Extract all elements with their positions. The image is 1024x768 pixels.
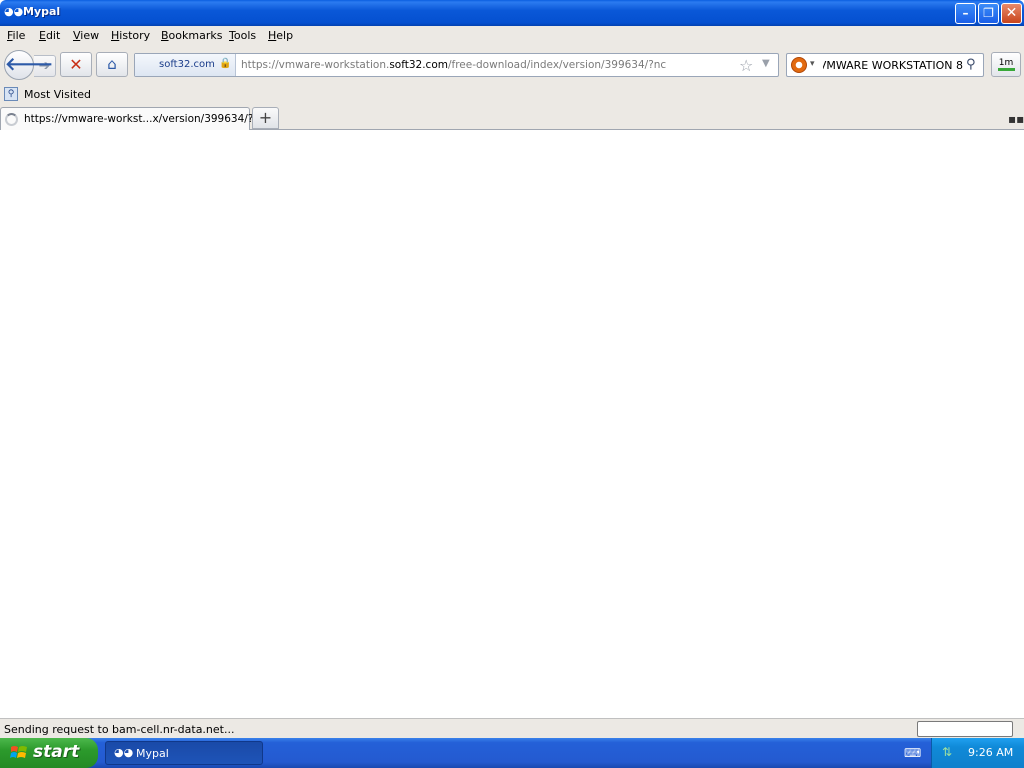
grid-icon: ▪▪ [1008, 112, 1024, 126]
search-input[interactable]: VMWARE WORKSTATION 8 [823, 59, 963, 72]
stop-icon: ✕ [69, 55, 83, 74]
addon-bar-icon [998, 68, 1015, 71]
status-progress-box [917, 721, 1013, 737]
loading-throbber-icon [5, 113, 18, 126]
duckduckgo-icon[interactable] [791, 57, 807, 73]
navigation-toolbar: ➔ 🡐 ✕ ⌂ soft32.com 🔒 https://vmware-work… [0, 46, 1024, 84]
search-icon[interactable]: ⚲ [966, 57, 976, 72]
addon-label: 1m [998, 58, 1014, 68]
menubar: File Edit View History Bookmarks Tools H… [0, 26, 1024, 46]
start-label: start [33, 742, 80, 762]
stop-button[interactable]: ✕ [60, 52, 92, 77]
bookmarks-toolbar: ⚲ Most Visited [0, 84, 1024, 106]
clock[interactable]: 9:26 AM [968, 746, 1013, 759]
home-icon: ⌂ [107, 55, 117, 73]
url-prefix: https://vmware-workstation. [241, 59, 390, 71]
status-bar: Sending request to bam-cell.nr-data.net.… [0, 718, 1024, 738]
keyboard-icon[interactable]: ⌨ [904, 746, 921, 760]
url-bar[interactable]: soft32.com 🔒 https://vmware-workstation.… [134, 53, 779, 77]
browser-chrome: File Edit View History Bookmarks Tools H… [0, 26, 1024, 131]
windows-flag-icon [10, 746, 27, 758]
url-input[interactable]: https://vmware-workstation.soft32.com/fr… [241, 59, 666, 71]
menu-edit[interactable]: Edit [39, 29, 60, 42]
close-icon: ✕ [1005, 5, 1018, 21]
menu-bookmarks[interactable]: Bookmarks [161, 29, 222, 42]
menu-view[interactable]: View [73, 29, 99, 42]
lock-icon: 🔒 [219, 58, 232, 69]
system-tray: ⇅ 9:26 AM [931, 738, 1024, 768]
menu-help[interactable]: Help [268, 29, 293, 42]
plus-icon: + [258, 108, 273, 127]
url-domain: soft32.com [389, 59, 448, 71]
taskbar: start ◕◕ Mypal ⌨ ⇅ 9:26 AM [0, 738, 1024, 768]
tab-title: https://vmware-workst...x/version/399634… [24, 113, 266, 125]
addon-button[interactable]: 1m [991, 52, 1021, 77]
taskbar-button-mypal[interactable]: ◕◕ Mypal [105, 741, 263, 765]
list-all-tabs-button[interactable]: ▪▪ [1008, 112, 1024, 126]
url-suffix: /free-download/index/version/399634/?nc [447, 59, 667, 71]
status-text: Sending request to bam-cell.nr-data.net.… [4, 723, 235, 736]
minimize-button[interactable]: – [955, 3, 976, 24]
restore-button[interactable]: ❐ [978, 3, 999, 24]
close-button[interactable]: ✕ [1001, 3, 1022, 24]
tab-strip: https://vmware-workst...x/version/399634… [0, 106, 1024, 131]
back-arrow-icon: 🡐 [5, 54, 54, 75]
network-icon[interactable]: ⇅ [942, 745, 958, 761]
tab-active[interactable]: https://vmware-workst...x/version/399634… [0, 107, 266, 131]
minimize-icon: – [962, 6, 969, 20]
restore-icon: ❐ [983, 6, 994, 20]
home-button[interactable]: ⌂ [96, 52, 128, 77]
menu-tools[interactable]: Tools [229, 29, 256, 42]
search-bar[interactable]: ▾ VMWARE WORKSTATION 8 ⚲ [786, 53, 984, 77]
window-title: Mypal [23, 5, 61, 18]
most-visited-folder[interactable]: Most Visited [24, 88, 91, 101]
chevron-down-icon[interactable]: ▼ [762, 58, 770, 69]
taskbar-button-label: Mypal [136, 747, 169, 760]
new-tab-button[interactable]: + [252, 107, 279, 129]
menu-history[interactable]: History [111, 29, 150, 42]
most-visited-icon: ⚲ [4, 87, 18, 101]
mypal-icon: ◕◕ [4, 5, 24, 18]
menu-file[interactable]: File [7, 29, 25, 42]
site-identity-label: soft32.com [159, 59, 215, 70]
bookmark-star-icon[interactable]: ☆ [739, 56, 753, 75]
search-engine-dropdown-icon[interactable]: ▾ [810, 59, 815, 69]
site-identity-button[interactable]: soft32.com 🔒 [135, 54, 236, 76]
page-content[interactable] [0, 130, 1024, 718]
mypal-icon: ◕◕ [114, 746, 134, 759]
back-button[interactable]: 🡐 [4, 50, 53, 80]
window-titlebar[interactable]: ◕◕ Mypal – ❐ ✕ [0, 0, 1024, 26]
start-button[interactable]: start [0, 738, 98, 768]
